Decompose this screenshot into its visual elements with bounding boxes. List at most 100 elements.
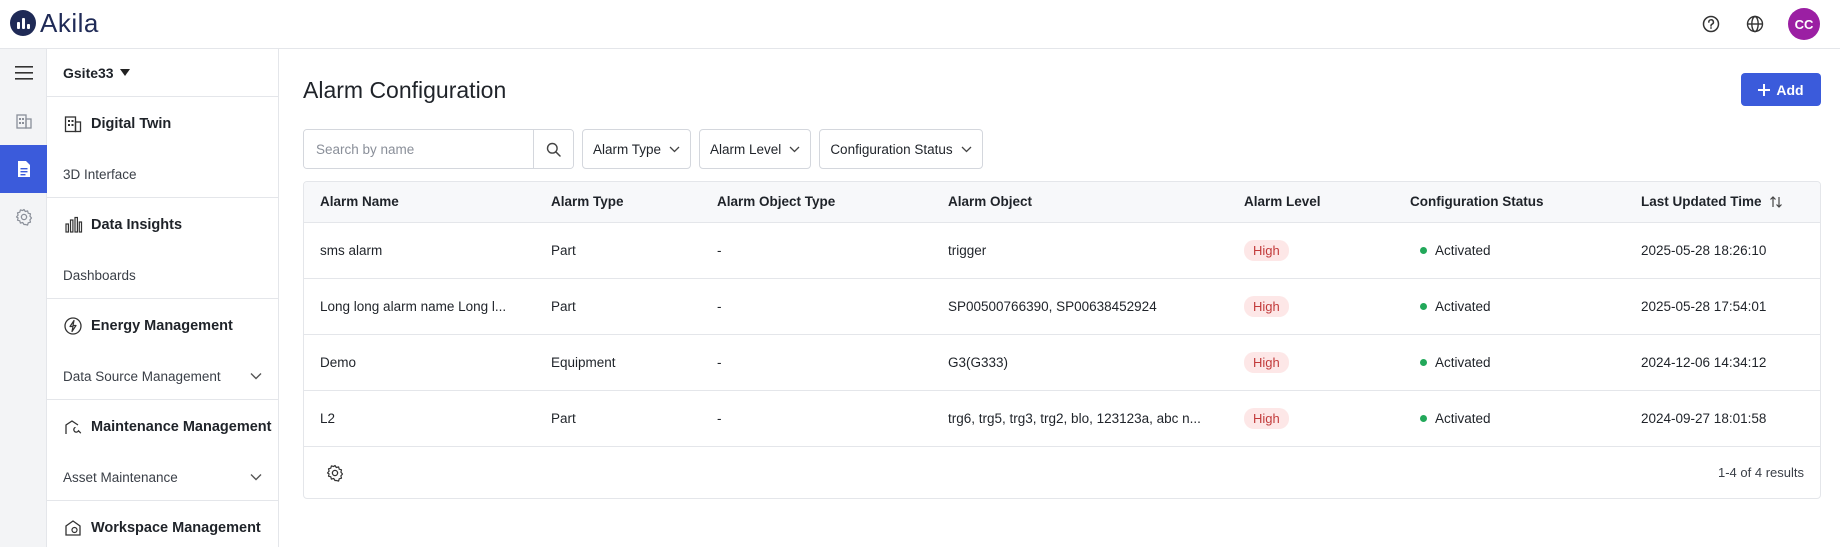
status-text: Activated xyxy=(1435,355,1491,370)
configuration-status-filter[interactable]: Configuration Status xyxy=(819,129,983,169)
building-icon[interactable] xyxy=(0,97,47,145)
status-text: Activated xyxy=(1435,299,1491,314)
search-input[interactable] xyxy=(304,130,533,168)
lightning-icon xyxy=(64,317,82,335)
nav-group-data-insights: Data Insights Dashboards xyxy=(47,198,278,299)
cell-alarm-object: trg6, trg5, trg3, trg2, blo, 123123a, ab… xyxy=(932,390,1228,447)
nav-group-header: Energy Management xyxy=(47,299,278,353)
alarm-type-filter[interactable]: Alarm Type xyxy=(582,129,692,169)
column-header-alarm-level: Alarm Level xyxy=(1228,182,1394,223)
top-header: Akila CC xyxy=(0,0,1840,49)
nav-group-title: Digital Twin xyxy=(91,116,172,132)
table-row[interactable]: L2 Part - trg6, trg5, trg3, trg2, blo, 1… xyxy=(304,390,1820,447)
user-avatar[interactable]: CC xyxy=(1788,8,1820,40)
cell-alarm-level: High xyxy=(1228,222,1394,279)
chevron-down-icon xyxy=(250,474,262,481)
chevron-down-icon xyxy=(961,146,972,152)
logo-icon xyxy=(10,10,36,36)
nav-group-title: Energy Management xyxy=(91,318,233,334)
status-dot xyxy=(1420,359,1427,366)
filter-label: Alarm Level xyxy=(710,141,782,157)
cell-last-updated: 2024-09-27 18:01:58 xyxy=(1625,390,1820,447)
brand-name: Akila xyxy=(40,7,99,38)
column-header-alarm-object-type: Alarm Object Type xyxy=(701,182,932,223)
cell-alarm-level: High xyxy=(1228,334,1394,391)
sidebar-item-dashboards[interactable]: Dashboards xyxy=(47,252,278,298)
cell-alarm-object-type: - xyxy=(701,278,932,335)
nav-group-title: Maintenance Management xyxy=(91,419,272,435)
cell-last-updated: 2024-12-06 14:34:12 xyxy=(1625,334,1820,391)
icon-rail xyxy=(0,49,47,547)
sidebar-item-label: Dashboards xyxy=(63,267,136,283)
cell-alarm-name: Demo xyxy=(304,334,535,391)
column-header-configuration-status: Configuration Status xyxy=(1394,182,1625,223)
column-header-alarm-object: Alarm Object xyxy=(932,182,1228,223)
cell-alarm-type: Part xyxy=(535,390,701,447)
document-icon[interactable] xyxy=(0,145,47,193)
building-icon xyxy=(64,116,82,133)
chevron-down-icon xyxy=(250,373,262,380)
menu-icon[interactable] xyxy=(0,49,47,97)
sidebar: Gsite33 Digital Twin 3D Interface Data I… xyxy=(47,49,279,547)
filter-bar: Alarm Type Alarm Level Configuration Sta… xyxy=(303,129,983,169)
bar-chart-icon xyxy=(65,216,83,233)
table-footer: 1-4 of 4 results xyxy=(304,447,1820,499)
cell-alarm-type: Equipment xyxy=(535,334,701,391)
status-dot xyxy=(1420,247,1427,254)
cell-configuration-status: Activated xyxy=(1394,334,1625,391)
nav-group-title: Data Insights xyxy=(91,217,183,233)
help-circle-icon[interactable] xyxy=(1700,13,1722,35)
nav-group-digital-twin: Digital Twin 3D Interface xyxy=(47,97,278,198)
sidebar-item-data-source-management[interactable]: Data Source Management xyxy=(47,353,278,399)
nav-group-header: Workspace Management xyxy=(47,501,278,547)
main-content: Alarm Configuration Add Alarm Type Alarm… xyxy=(279,49,1840,547)
table-row[interactable]: Demo Equipment - G3(G333) High Activated… xyxy=(304,334,1820,391)
site-name: Gsite33 xyxy=(63,64,114,81)
wrench-icon xyxy=(65,420,82,434)
column-header-last-updated-time[interactable]: Last Updated Time xyxy=(1625,182,1820,223)
gear-icon[interactable] xyxy=(0,193,47,241)
cell-alarm-level: High xyxy=(1228,278,1394,335)
status-dot xyxy=(1420,303,1427,310)
page-title: Alarm Configuration xyxy=(303,77,507,103)
cell-alarm-object: trigger xyxy=(932,222,1228,279)
status-text: Activated xyxy=(1435,411,1491,426)
cell-alarm-object-type: - xyxy=(701,222,932,279)
cell-configuration-status: Activated xyxy=(1394,278,1625,335)
column-header-alarm-name: Alarm Name xyxy=(304,182,535,223)
status-text: Activated xyxy=(1435,243,1491,258)
caret-down-icon xyxy=(119,69,130,76)
sidebar-item-3d-interface[interactable]: 3D Interface xyxy=(47,151,278,197)
column-header-alarm-type: Alarm Type xyxy=(535,182,701,223)
filter-label: Configuration Status xyxy=(830,141,953,157)
sort-icon[interactable] xyxy=(1769,195,1783,209)
cell-alarm-type: Part xyxy=(535,278,701,335)
cell-last-updated: 2025-05-28 18:26:10 xyxy=(1625,222,1820,279)
table-row[interactable]: sms alarm Part - trigger High Activated … xyxy=(304,222,1820,279)
nav-group-maintenance-management: Maintenance Management Asset Maintenance xyxy=(47,400,278,501)
level-badge: High xyxy=(1244,351,1289,373)
column-header-label: Last Updated Time xyxy=(1641,194,1762,210)
add-button[interactable]: Add xyxy=(1741,73,1821,106)
chevron-down-icon xyxy=(669,146,680,152)
brand-logo[interactable]: Akila xyxy=(10,7,99,38)
level-badge: High xyxy=(1244,239,1289,261)
add-button-label: Add xyxy=(1776,81,1804,98)
chevron-down-icon xyxy=(789,146,800,152)
table-row[interactable]: Long long alarm name Long l... Part - SP… xyxy=(304,278,1820,335)
cell-alarm-type: Part xyxy=(535,222,701,279)
nav-group-header: Maintenance Management xyxy=(47,400,278,454)
cell-alarm-object: SP00500766390, SP00638452924 xyxy=(932,278,1228,335)
site-selector[interactable]: Gsite33 xyxy=(47,49,278,97)
sidebar-item-label: Data Source Management xyxy=(63,368,221,384)
alarm-level-filter[interactable]: Alarm Level xyxy=(699,129,812,169)
level-badge: High xyxy=(1244,295,1289,317)
globe-icon[interactable] xyxy=(1744,13,1766,35)
cell-alarm-object-type: - xyxy=(701,334,932,391)
nav-group-title: Workspace Management xyxy=(91,520,261,536)
level-badge: High xyxy=(1244,407,1289,429)
results-count: 1-4 of 4 results xyxy=(1718,465,1804,480)
sidebar-item-asset-maintenance[interactable]: Asset Maintenance xyxy=(47,454,278,500)
gear-icon[interactable] xyxy=(326,464,344,482)
search-button[interactable] xyxy=(533,130,573,168)
